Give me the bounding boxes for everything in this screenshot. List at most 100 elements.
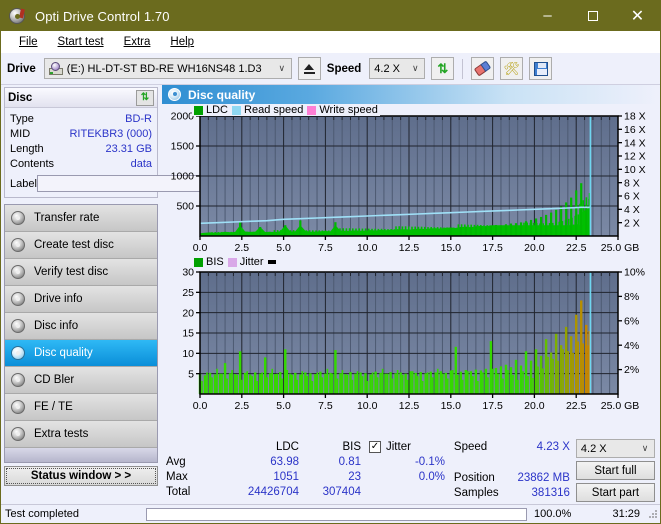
disc-row-mid: MID RITEKBR3 (000) (10, 126, 152, 141)
sidebar-item-fe-te[interactable]: FE / TE (5, 394, 157, 421)
svg-text:12 X: 12 X (624, 151, 646, 163)
stats-row-max: Max 1051 23 (166, 469, 361, 484)
test-speed-select[interactable]: 4.2 X ∨ (575, 439, 655, 458)
svg-text:5: 5 (188, 368, 194, 380)
disc-quality-icon (168, 87, 182, 102)
disc-verify-icon (11, 264, 27, 280)
run-info-block: Speed 4.23 X Position 23862 MB Samples 3… (454, 439, 570, 502)
start-full-button[interactable]: Start full (575, 461, 655, 480)
disc-panel-header: Disc ⇅ (5, 88, 157, 108)
sidebar-item-label: Create test disc (34, 239, 114, 251)
disc-fete-icon (11, 399, 27, 415)
disc-quality-icon (11, 345, 27, 361)
speed-select-value: 4.2 X (374, 62, 400, 75)
resize-grip-icon[interactable] (648, 509, 658, 519)
sidebar-item-extra-tests[interactable]: Extra tests (5, 421, 157, 448)
save-button[interactable] (529, 57, 553, 80)
eject-button[interactable] (297, 57, 321, 80)
stats-row-key: Max (166, 470, 188, 483)
legend-label-ldc: LDC (206, 104, 229, 116)
page-title: Disc quality (188, 87, 256, 102)
speed-select[interactable]: 4.2 X ∨ (369, 58, 426, 79)
jitter-label: Jitter (386, 440, 411, 453)
legend-item-ldc: LDC (194, 104, 228, 116)
disc-row-key: Type (10, 112, 34, 125)
status-window-button[interactable]: Status window > > (4, 466, 158, 486)
svg-text:2000: 2000 (171, 111, 195, 123)
sidebar-item-label: Extra tests (34, 428, 89, 440)
close-icon: ✕ (630, 8, 645, 25)
sidebar-item-label: Verify test disc (34, 266, 109, 278)
svg-text:15.0: 15.0 (441, 400, 462, 412)
jitter-max-row: 0.0% (369, 469, 450, 484)
menu-extra[interactable]: Extra (114, 34, 161, 50)
close-button[interactable]: ✕ (615, 1, 660, 31)
check-icon: ✓ (370, 440, 380, 452)
svg-text:22.5: 22.5 (566, 242, 587, 254)
disc-row-contents: Contents data (10, 156, 152, 171)
svg-text:25.0 GB: 25.0 GB (601, 242, 640, 254)
drive-select[interactable]: (E:) HL-DT-ST BD-RE WH16NS48 1.D3 ∨ (43, 58, 292, 79)
tools-button[interactable]: 🛠 (500, 57, 524, 80)
disc-row-value: data (130, 157, 152, 170)
menu-help[interactable]: Help (160, 34, 204, 50)
svg-text:14 X: 14 X (624, 137, 646, 149)
legend-swatch-ldc (194, 105, 203, 115)
sidebar-item-disc-quality[interactable]: Disc quality (5, 340, 157, 367)
svg-text:4%: 4% (624, 340, 639, 352)
disc-create-icon (11, 237, 27, 253)
run-info-key: Samples (453, 486, 499, 499)
minimize-button[interactable]: – (525, 1, 570, 31)
svg-text:10.0: 10.0 (357, 400, 378, 412)
status-message: Test completed (5, 508, 79, 520)
disc-refresh-button[interactable]: ⇅ (136, 89, 154, 106)
svg-text:15: 15 (182, 328, 194, 340)
disc-row-key: Contents (10, 157, 55, 170)
sidebar-item-cd-bler[interactable]: CD Bler (5, 367, 157, 394)
svg-text:4 X: 4 X (624, 204, 640, 216)
tools-icon: 🛠 (503, 61, 521, 76)
disc-row-value: 23.31 GB (105, 142, 152, 155)
svg-text:20.0: 20.0 (524, 242, 545, 254)
svg-text:1500: 1500 (171, 141, 195, 153)
sidebar-item-label: Transfer rate (34, 212, 100, 224)
svg-text:18 X: 18 X (624, 111, 646, 123)
disc-transfer-icon (11, 210, 27, 226)
refresh-button[interactable]: ⇅ (431, 57, 455, 80)
sidebar-item-disc-info[interactable]: Disc info (5, 313, 157, 340)
legend-label-read-speed: Read speed (244, 104, 304, 116)
sidebar-item-label: Drive info (34, 293, 83, 305)
menu-file-label: File (19, 35, 38, 48)
ldc-chart-legend: LDC Read speed Write speed (192, 104, 380, 116)
sidebar-item-verify-test-disc[interactable]: Verify test disc (5, 259, 157, 286)
stats-row-avg: Avg 63.98 0.81 (166, 454, 361, 469)
jitter-checkbox[interactable]: ✓ (369, 440, 381, 453)
main-body: Disc ⇅ Type BD-R MID RITEKBR3 (000) Leng… (1, 85, 660, 504)
bis-plot[interactable]: 5 10 15 20 25 30 2% 4% 6% 8% 10% 0.0 2.5 5.0 7.5 10.0 12… (162, 256, 656, 416)
elapsed-time: 31:29 (612, 508, 640, 520)
svg-text:2.5: 2.5 (234, 242, 249, 254)
erase-button[interactable] (471, 57, 495, 80)
drive-toolbar: Drive (E:) HL-DT-ST BD-RE WH16NS48 1.D3 … (1, 53, 660, 85)
svg-text:8 X: 8 X (624, 177, 640, 189)
progress-percent: 100.0% (534, 508, 572, 520)
menu-file[interactable]: File (9, 34, 48, 50)
disc-row-key: MID (10, 127, 31, 140)
svg-text:10: 10 (182, 348, 194, 360)
chevron-down-icon: ∨ (278, 63, 286, 73)
run-info-key: Position (453, 471, 495, 484)
maximize-button[interactable] (570, 1, 615, 31)
sidebar-item-label: CD Bler (34, 374, 75, 386)
disc-label-row: Label (10, 174, 239, 193)
svg-text:2.5: 2.5 (234, 400, 249, 412)
menu-start-test[interactable]: Start test (48, 34, 114, 50)
ldc-plot[interactable]: 5001000150020002 X4 X6 X8 X10 X12 X14 X1… (162, 104, 656, 256)
sidebar-item-transfer-rate[interactable]: Transfer rate (5, 205, 157, 232)
disc-panel-title: Disc (8, 91, 33, 104)
sidebar-item-drive-info[interactable]: Drive info (5, 286, 157, 313)
start-part-button[interactable]: Start part (575, 483, 655, 502)
sidebar-item-create-test-disc[interactable]: Create test disc (5, 232, 157, 259)
status-bar: Test completed 100.0% 31:29 (1, 504, 660, 523)
sidebar-item-label: Disc info (34, 320, 79, 332)
legend-label-bis: BIS (206, 256, 224, 268)
